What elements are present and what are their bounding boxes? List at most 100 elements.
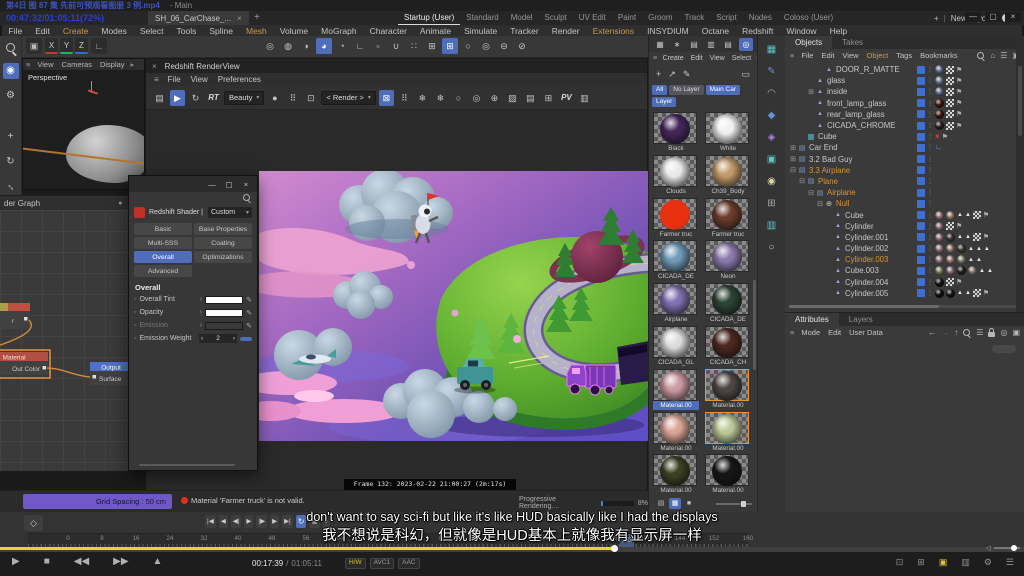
layout-tab-track[interactable]: Track xyxy=(679,11,711,25)
pass-dropdown[interactable]: Beauty▾ xyxy=(224,91,264,105)
enable-dots[interactable]: ⋮ xyxy=(927,178,933,185)
visibility-toggle[interactable] xyxy=(917,166,925,174)
selection-tag[interactable]: ▲ xyxy=(965,290,971,296)
material-manager-icon[interactable]: ▦ xyxy=(653,38,667,51)
enable-dots[interactable]: ⋮ xyxy=(927,245,933,252)
axis-x-button[interactable]: X xyxy=(45,38,58,54)
uvw-tag[interactable] xyxy=(946,122,954,130)
texture-tag[interactable] xyxy=(935,255,944,264)
anim-dot-icon[interactable]: ◦ xyxy=(134,296,136,303)
circle-b-icon[interactable]: ◎ xyxy=(478,38,494,54)
anim-dot-icon[interactable]: ◦ xyxy=(134,335,136,342)
u-loop-icon[interactable]: ∪ xyxy=(388,38,404,54)
material-item[interactable]: Airplane xyxy=(653,283,699,326)
keyframe-button[interactable]: ◇ xyxy=(24,515,43,531)
close-icon[interactable]: × xyxy=(239,179,253,190)
new-tab-button[interactable]: + xyxy=(254,11,260,25)
new-material-button[interactable]: + xyxy=(656,69,661,79)
pen-icon[interactable]: ✎ xyxy=(246,309,252,317)
coord-system-icon[interactable]: ∟ xyxy=(91,38,107,54)
circle-a-icon[interactable]: ○ xyxy=(460,38,476,54)
material-item[interactable]: Material.00 xyxy=(705,454,751,497)
prev-frame-button[interactable]: ◀| xyxy=(231,515,242,528)
visibility-toggle[interactable] xyxy=(917,245,925,253)
axis-y-button[interactable]: Y xyxy=(60,38,73,54)
slider-stub[interactable] xyxy=(240,337,252,341)
texture-tag[interactable] xyxy=(957,244,966,253)
magnet-snap-icon[interactable]: ◕ xyxy=(316,38,332,54)
video-progress-knob[interactable] xyxy=(611,545,618,552)
visibility-toggle[interactable] xyxy=(917,77,925,85)
uvw-tag[interactable] xyxy=(946,99,954,107)
menu-insydium[interactable]: INSYDIUM xyxy=(641,26,696,36)
menu-character[interactable]: Character xyxy=(363,26,413,36)
slot-dropdown[interactable]: < Render >▾ xyxy=(321,91,376,105)
expand-toggle[interactable]: ⊞ xyxy=(807,88,815,96)
render-settings-icon[interactable]: ▣ xyxy=(26,38,42,54)
close-icon[interactable]: × xyxy=(1005,12,1021,22)
visibility-toggle[interactable] xyxy=(917,144,925,152)
tool-settings-icon[interactable]: ⚙ xyxy=(3,88,19,104)
tab-layers[interactable]: Layers xyxy=(839,313,883,326)
layout-tab-model[interactable]: Model xyxy=(505,11,539,25)
output-node[interactable]: Output Surface xyxy=(90,362,132,385)
flag-tag[interactable]: ⚑ xyxy=(956,99,962,107)
timeline-ruler[interactable]: 0816243240485664728088961041121201281361… xyxy=(28,533,748,547)
grid-view-icon[interactable]: ▦ xyxy=(669,498,681,509)
texture-tag[interactable] xyxy=(935,110,944,119)
renderview-menu-file[interactable]: File xyxy=(163,75,186,84)
menu-render[interactable]: Render xyxy=(545,26,586,36)
crop-icon[interactable]: ⊡ xyxy=(303,90,318,106)
object-row-cylinder-001[interactable]: ▲Cylinder.001⋮▲▲⚑ xyxy=(785,232,1024,243)
object-row-cylinder-005[interactable]: ▲Cylinder.005⋮▲▲⚑ xyxy=(785,288,1024,299)
enable-dots[interactable]: ⋮ xyxy=(927,167,933,174)
measure-icon[interactable]: ◔ xyxy=(334,38,350,54)
shader-graph-titlebar[interactable]: der Graph ●↕ xyxy=(0,196,135,210)
texture-tag[interactable] xyxy=(946,255,955,264)
film1-icon[interactable]: ▤ xyxy=(687,38,701,51)
material-item[interactable]: Material.00 xyxy=(653,369,699,412)
tab-takes[interactable]: Takes xyxy=(832,36,873,49)
shader-window-titlebar[interactable]: —▢× xyxy=(129,176,257,192)
forward-icon[interactable]: → xyxy=(941,328,949,337)
visibility-toggle[interactable] xyxy=(917,267,925,275)
settings-icon[interactable]: ⚙ xyxy=(984,557,992,568)
uvw-tag[interactable] xyxy=(946,77,954,85)
lock-icon[interactable]: ⊠ xyxy=(379,90,394,106)
uvw-tag[interactable] xyxy=(973,211,981,219)
thumbnail-size-slider[interactable] xyxy=(716,503,752,505)
keyframe-options-icon[interactable]: ▦ xyxy=(309,515,319,528)
texture-tag[interactable] xyxy=(935,121,944,130)
flag-tag[interactable]: ⚑ xyxy=(956,122,962,130)
minimize-icon[interactable]: — xyxy=(205,179,219,190)
layer-tab-main-car[interactable]: Main Car xyxy=(706,85,740,95)
object-row-cylinder[interactable]: ▲Cylinder⋮⚑ xyxy=(785,221,1024,232)
rt-toggle[interactable]: RT xyxy=(206,90,221,106)
enable-dots[interactable]: ⋮ xyxy=(927,234,933,241)
layout-tab-nodes[interactable]: Nodes xyxy=(743,11,778,25)
attribute-menu-edit[interactable]: Edit xyxy=(824,328,845,337)
flag-tag[interactable]: ⚑ xyxy=(956,222,962,230)
materials-menu-view[interactable]: View xyxy=(706,55,728,62)
flag-tag[interactable]: ⚑ xyxy=(983,233,989,241)
material-node[interactable]: Material or Out Color xyxy=(0,350,50,378)
object-menu-tags[interactable]: Tags xyxy=(892,51,916,60)
menu-modes[interactable]: Modes xyxy=(95,26,134,36)
uvw-tag[interactable] xyxy=(973,233,981,241)
layout-tab-startup-user[interactable]: Startup (User) xyxy=(398,11,460,25)
menu-redshift[interactable]: Redshift xyxy=(736,26,780,36)
snapshot-freeze-icon[interactable]: ❄ xyxy=(415,90,430,106)
player-titlebar[interactable]: 第4日 图 87 集 先前可预观看图册 3 例.mp4 - Main xyxy=(0,0,1024,11)
expand-toggle[interactable]: ⊟ xyxy=(798,177,806,185)
sound-icon[interactable]: ◊ xyxy=(323,515,330,528)
list-view-icon[interactable]: ▤ xyxy=(655,498,667,509)
menu-tracker[interactable]: Tracker xyxy=(504,26,546,36)
playlist-icon[interactable]: ☰ xyxy=(1006,557,1014,568)
next-frame-button[interactable]: |▶ xyxy=(256,515,267,528)
layout-tab-uv-edit[interactable]: UV Edit xyxy=(573,11,612,25)
shader-tab-advanced[interactable]: Advanced xyxy=(134,265,192,277)
visibility-toggle[interactable] xyxy=(917,233,925,241)
region-icon[interactable]: ⊕ xyxy=(487,90,502,106)
copy-icon[interactable]: ▥ xyxy=(577,90,592,106)
live-selection-tool[interactable]: ◉ xyxy=(3,63,19,79)
